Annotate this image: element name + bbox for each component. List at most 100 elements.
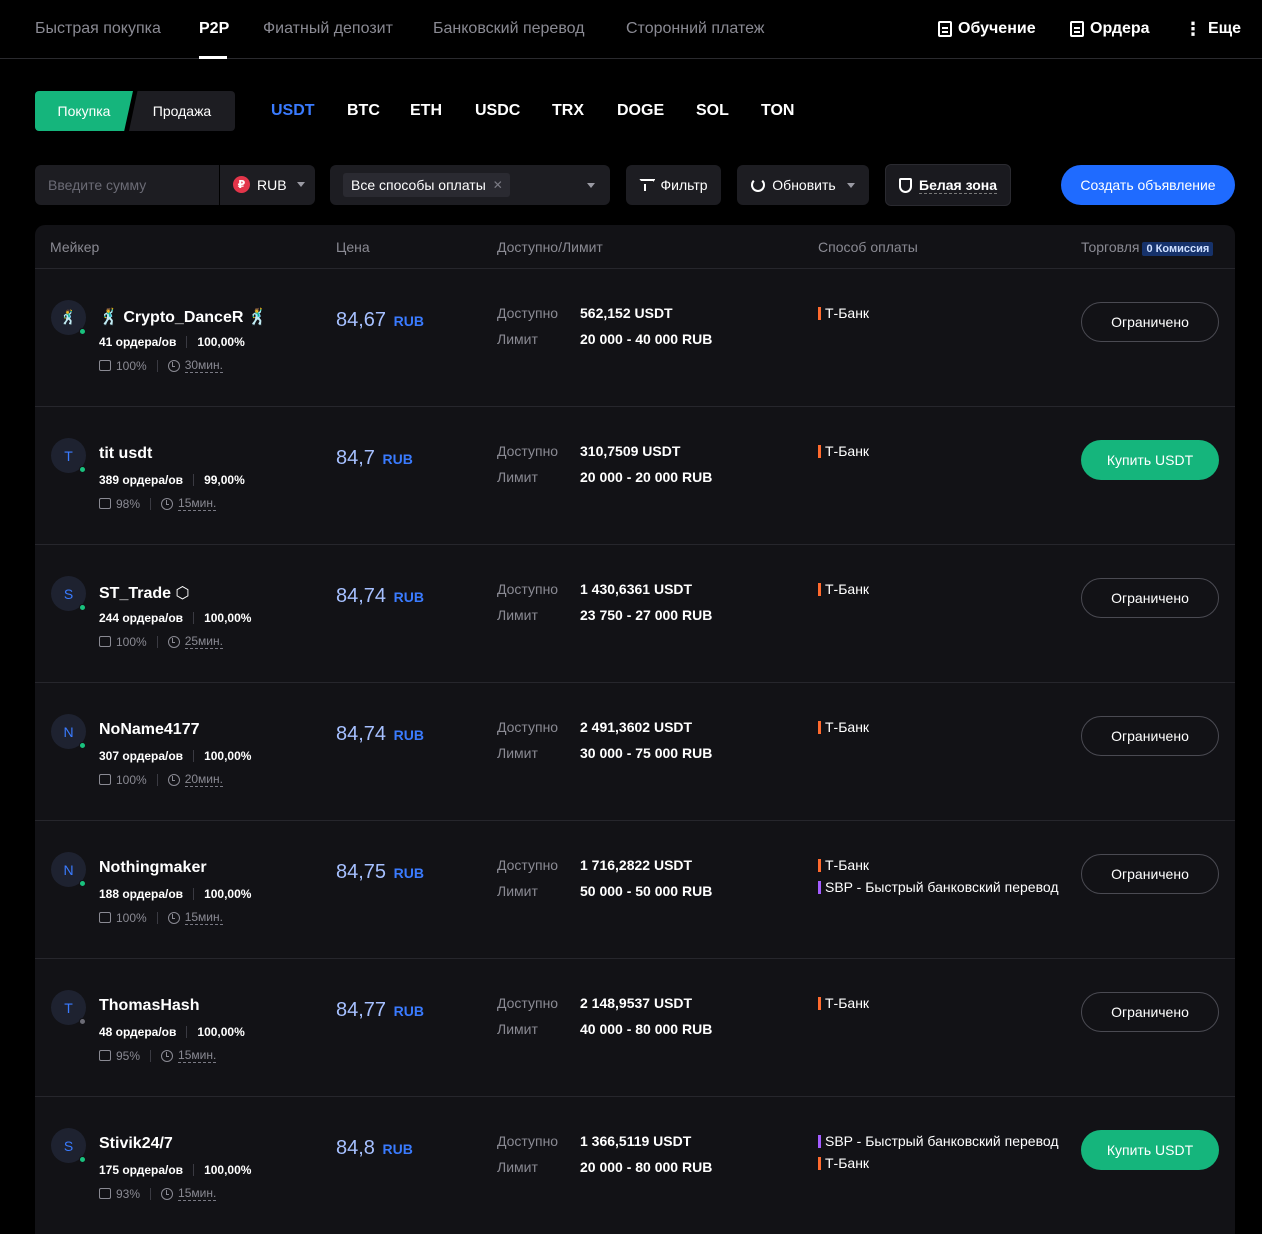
table-row: N NoName4177 307 ордера/ов 100,00% 100% … bbox=[35, 683, 1235, 821]
orders-link[interactable]: Ордера bbox=[1070, 20, 1150, 38]
maker-meta: 98% 15мин. bbox=[99, 496, 217, 511]
payment-method: Т-Банк bbox=[818, 995, 869, 1011]
price-unit: RUB bbox=[393, 865, 424, 881]
online-status-dot bbox=[79, 466, 86, 473]
maker-likes: 100% bbox=[116, 772, 147, 787]
maker-stats: 188 ордера/ов 100,00% bbox=[99, 887, 251, 901]
price-value: 84,77 bbox=[336, 999, 387, 1021]
maker-pay-time: 20мин. bbox=[184, 772, 223, 787]
divider bbox=[156, 359, 158, 372]
maker-completion: 100,00% bbox=[197, 335, 245, 349]
sell-toggle-button[interactable]: Продажа bbox=[129, 91, 235, 131]
limited-button[interactable]: Ограничено bbox=[1081, 302, 1219, 342]
currency-select[interactable]: ₽ RUB bbox=[233, 176, 305, 193]
coin-tab-sol[interactable]: SOL bbox=[696, 102, 729, 120]
maker-name[interactable]: Stivik24/7 bbox=[99, 1135, 173, 1153]
price-value: 84,8 bbox=[336, 1137, 375, 1159]
tab-p2p[interactable]: P2P bbox=[199, 20, 229, 38]
chevron-down-icon bbox=[846, 182, 855, 188]
create-ad-button[interactable]: Создать объявление bbox=[1061, 165, 1235, 205]
available-value: 1 366,5119 USDT bbox=[580, 1133, 692, 1149]
buy-toggle-button[interactable]: Покупка bbox=[35, 91, 133, 131]
maker-name[interactable]: 🕺 Crypto_DanceR 🕺 bbox=[99, 307, 268, 327]
refresh-button[interactable]: Обновить bbox=[737, 165, 869, 205]
header-maker: Мейкер bbox=[50, 239, 100, 255]
maker-pay-time: 15мин. bbox=[178, 496, 217, 511]
limit-value: 20 000 - 40 000 RUB bbox=[580, 331, 713, 347]
white-zone-label: Белая зона bbox=[919, 176, 997, 194]
clock-icon bbox=[161, 1049, 174, 1062]
coin-tab-usdc[interactable]: USDC bbox=[475, 102, 520, 120]
coin-tab-ton[interactable]: TON bbox=[761, 102, 794, 120]
payment-method: Т-Банк bbox=[818, 857, 869, 873]
close-icon[interactable]: ✕ bbox=[493, 173, 503, 197]
clock-icon bbox=[167, 773, 180, 786]
maker-meta: 93% 15мин. bbox=[99, 1186, 217, 1201]
maker-completion: 100,00% bbox=[204, 749, 252, 763]
table-row: S ST_Trade ⬡ 244 ордера/ов 100,00% 100% … bbox=[35, 545, 1235, 683]
maker-completion: 100,00% bbox=[204, 1163, 252, 1177]
limit-value: 50 000 - 50 000 RUB bbox=[580, 883, 713, 899]
online-status-dot bbox=[79, 328, 86, 335]
maker-stats: 175 ордера/ов 100,00% bbox=[99, 1163, 251, 1177]
filter-button[interactable]: Фильтр bbox=[626, 165, 721, 205]
more-menu[interactable]: ⋮ Еще bbox=[1184, 20, 1241, 38]
maker-name[interactable]: ST_Trade ⬡ bbox=[99, 583, 189, 603]
limited-button[interactable]: Ограничено bbox=[1081, 578, 1219, 618]
payment-method: Т-Банк bbox=[818, 305, 869, 321]
header-price: Цена bbox=[336, 239, 370, 255]
tab-third-party-payment[interactable]: Сторонний платеж bbox=[626, 20, 765, 38]
price: 84,77 RUB bbox=[336, 999, 424, 1022]
orders-label: Ордера bbox=[1090, 20, 1150, 37]
ruble-icon: ₽ bbox=[233, 176, 250, 193]
thumbs-up-icon bbox=[99, 360, 111, 371]
maker-completion: 100,00% bbox=[204, 887, 252, 901]
coin-tab-trx[interactable]: TRX bbox=[552, 102, 584, 120]
tab-bank-transfer[interactable]: Банковский перевод bbox=[433, 20, 585, 38]
coin-tab-btc[interactable]: BTC bbox=[347, 102, 380, 120]
maker-orders: 188 ордера/ов bbox=[99, 887, 184, 901]
maker-name[interactable]: Nothingmaker bbox=[99, 859, 207, 877]
coin-tab-doge[interactable]: DOGE bbox=[617, 102, 664, 120]
coin-tab-usdt[interactable]: USDT bbox=[271, 102, 315, 120]
available-label: Доступно bbox=[497, 581, 559, 597]
limited-button[interactable]: Ограничено bbox=[1081, 716, 1219, 756]
chevron-down-icon bbox=[587, 183, 595, 188]
limit-label: Лимит bbox=[497, 331, 538, 347]
maker-name[interactable]: NoName4177 bbox=[99, 721, 200, 739]
tab-fiat-deposit[interactable]: Фиатный депозит bbox=[263, 20, 393, 38]
white-zone-button[interactable]: Белая зона bbox=[885, 164, 1011, 206]
maker-name[interactable]: tit usdt bbox=[99, 445, 152, 463]
amount-input[interactable] bbox=[35, 165, 219, 205]
maker-completion: 99,00% bbox=[204, 473, 245, 487]
buy-usdt-button[interactable]: Купить USDT bbox=[1081, 1130, 1219, 1170]
maker-meta: 95% 15мин. bbox=[99, 1048, 217, 1063]
maker-orders: 41 ордера/ов bbox=[99, 335, 177, 349]
maker-orders: 307 ордера/ов bbox=[99, 749, 184, 763]
available-label: Доступно bbox=[497, 857, 559, 873]
learning-link[interactable]: Обучение bbox=[938, 20, 1036, 38]
maker-likes: 100% bbox=[116, 910, 147, 925]
maker-stats: 244 ордера/ов 100,00% bbox=[99, 611, 251, 625]
payment-method: SBP - Быстрый банковский перевод bbox=[818, 879, 1059, 895]
price-unit: RUB bbox=[393, 1003, 424, 1019]
available-value: 562,152 USDT bbox=[580, 305, 673, 321]
more-dots-icon: ⋮ bbox=[1184, 19, 1202, 39]
table-row: 🕺 🕺 Crypto_DanceR 🕺 41 ордера/ов 100,00%… bbox=[35, 269, 1235, 407]
offers-table: Мейкер Цена Доступно/Лимит Способ оплаты… bbox=[35, 225, 1235, 1234]
maker-completion: 100,00% bbox=[204, 611, 252, 625]
available-label: Доступно bbox=[497, 719, 559, 735]
payment-method-select[interactable]: Все способы оплаты ✕ bbox=[330, 165, 610, 205]
maker-name[interactable]: ThomasHash bbox=[99, 997, 199, 1015]
buy-usdt-button[interactable]: Купить USDT bbox=[1081, 440, 1219, 480]
coin-tab-eth[interactable]: ETH bbox=[410, 102, 442, 120]
table-row: S Stivik24/7 175 ордера/ов 100,00% 93% 1… bbox=[35, 1097, 1235, 1234]
limited-button[interactable]: Ограничено bbox=[1081, 992, 1219, 1032]
limited-button[interactable]: Ограничено bbox=[1081, 854, 1219, 894]
tab-quick-buy[interactable]: Быстрая покупка bbox=[35, 20, 161, 38]
limit-label: Лимит bbox=[497, 1159, 538, 1175]
clock-icon bbox=[167, 635, 180, 648]
maker-stats: 48 ордера/ов 100,00% bbox=[99, 1025, 245, 1039]
price: 84,75 RUB bbox=[336, 861, 424, 884]
limit-value: 40 000 - 80 000 RUB bbox=[580, 1021, 713, 1037]
